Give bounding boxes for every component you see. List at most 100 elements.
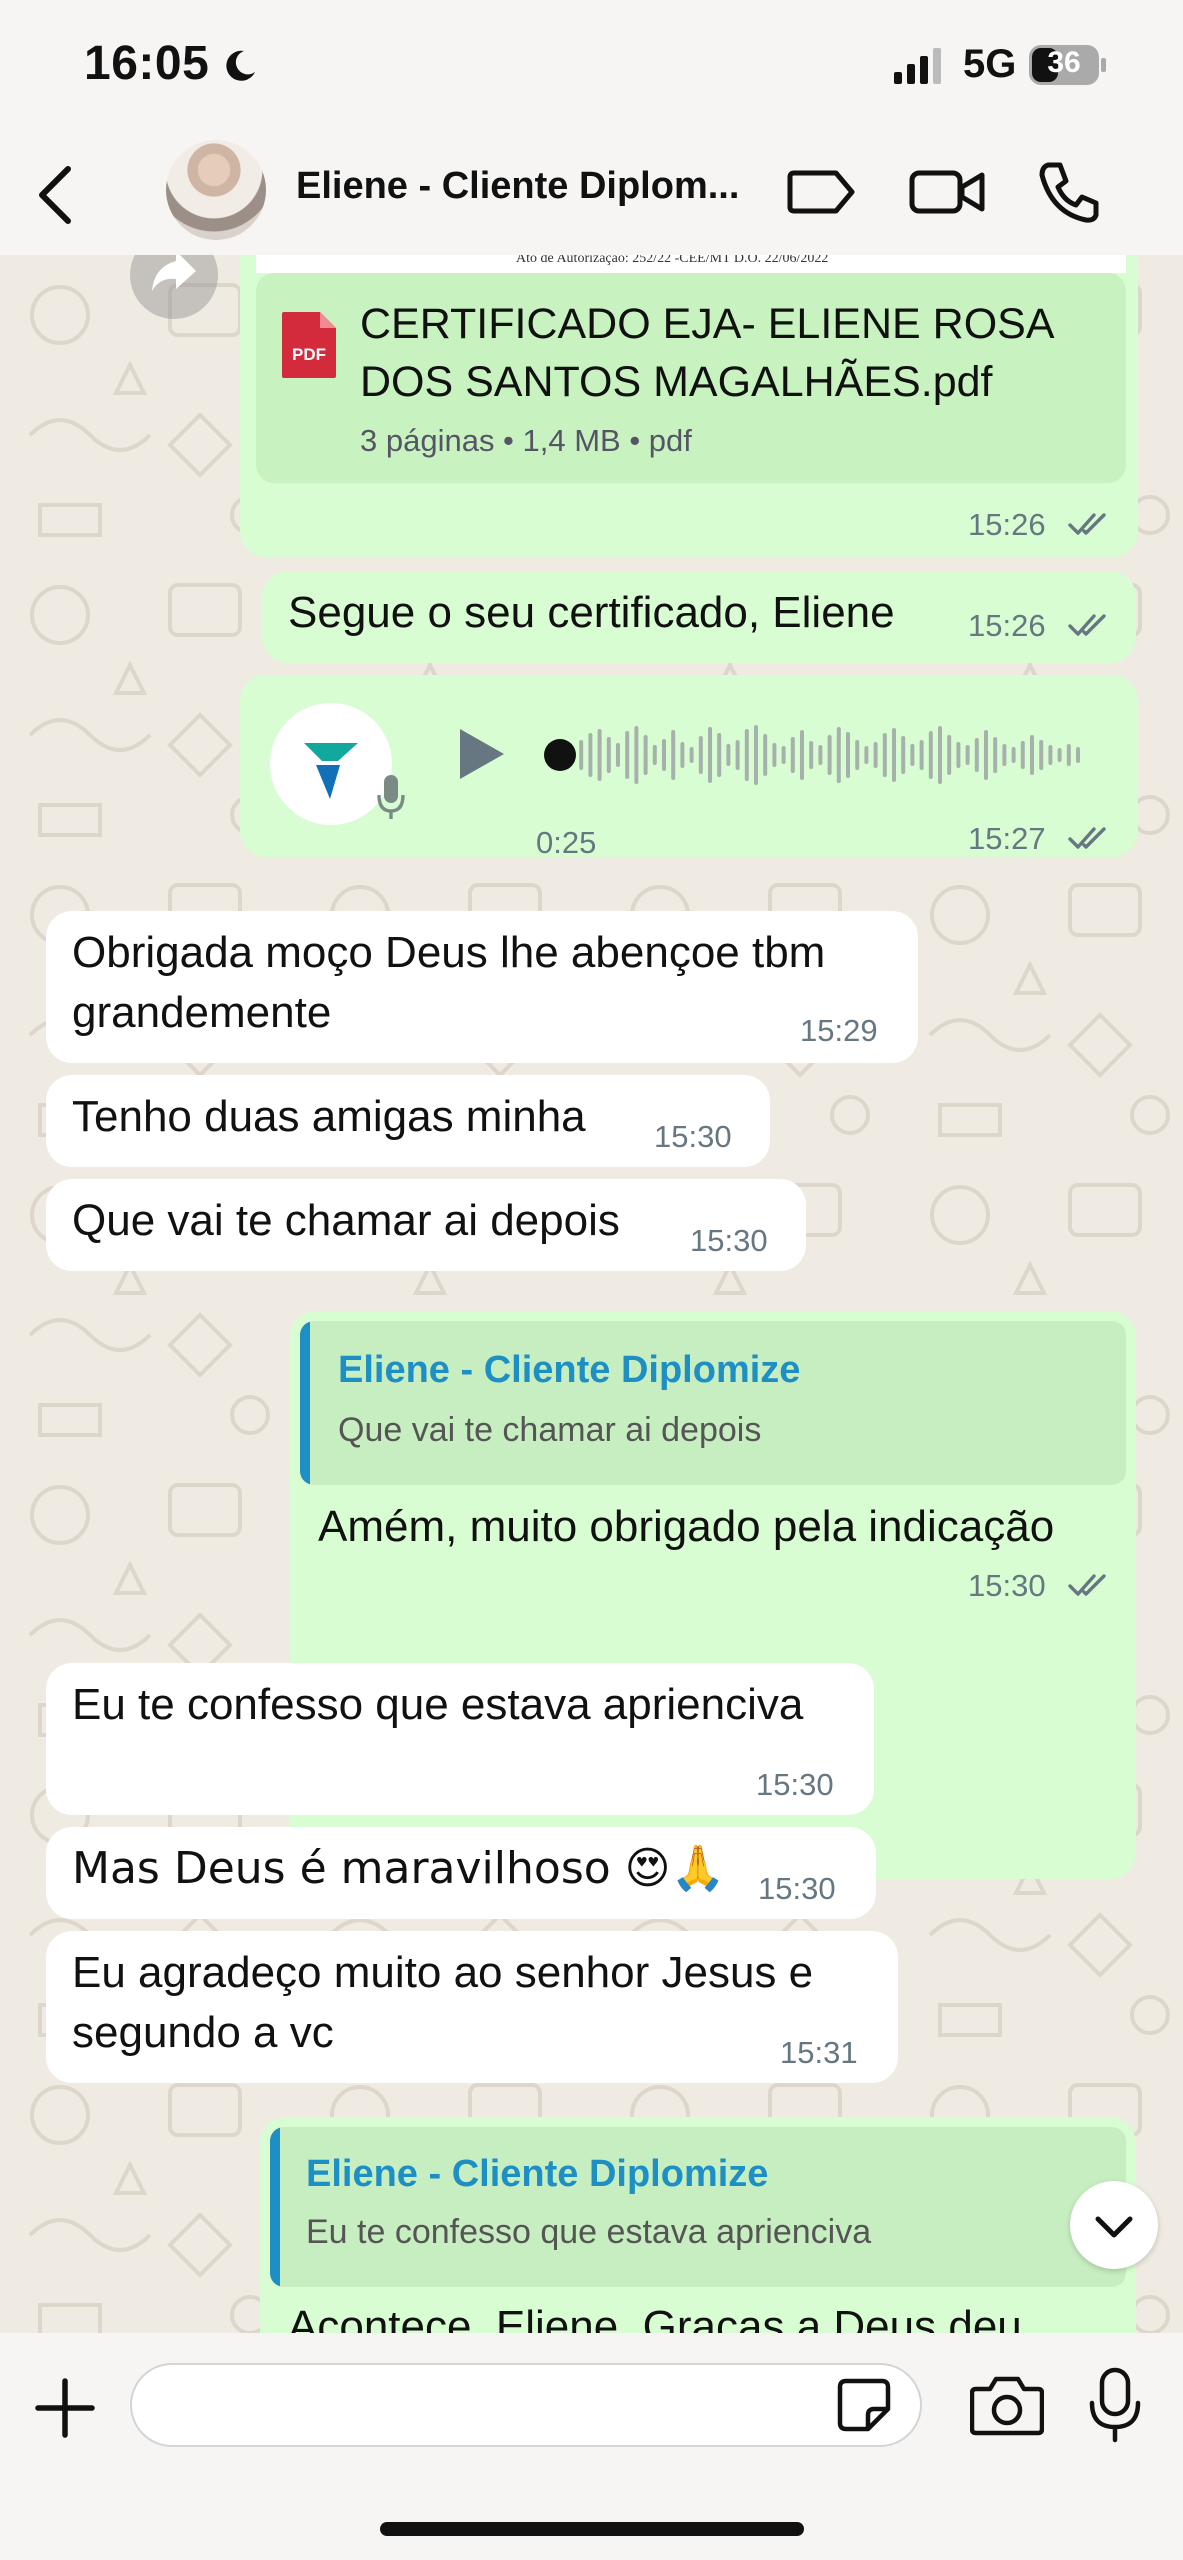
- waveform-bar: [744, 729, 749, 781]
- waveform-bar: [1066, 744, 1071, 766]
- chat-header: Eliene - Cliente Diplom...: [0, 135, 1183, 255]
- message-text-line-2: segundo a vc: [72, 2008, 334, 2057]
- play-icon[interactable]: [456, 727, 506, 781]
- reply-quote[interactable]: Eliene - Cliente Diplomize Que vai te ch…: [300, 1321, 1126, 1485]
- status-bar: 16:05 5G 36: [0, 0, 1183, 135]
- document-name-line-2: DOS SANTOS MAGALHÃES.pdf: [360, 358, 993, 406]
- read-ticks-icon: [1068, 827, 1106, 849]
- waveform-bar: [882, 733, 887, 777]
- status-time: 16:05: [84, 37, 210, 90]
- message-text-line-1: Obrigada moço Deus lhe abençoe tbm: [72, 928, 826, 977]
- plus-icon[interactable]: [32, 2375, 98, 2441]
- read-ticks-icon: [1068, 1574, 1106, 1596]
- message-time: 15:30: [758, 1871, 836, 1906]
- waveform-bar: [680, 742, 685, 768]
- reply-text: Eu te confesso que estava aprienciva: [306, 2213, 872, 2251]
- waveform-bar: [588, 733, 593, 777]
- waveform-bar: [974, 738, 979, 772]
- waveform-bar: [809, 741, 814, 769]
- reply-accent-bar: [270, 2127, 280, 2287]
- document-name[interactable]: CERTIFICADO EJA- ELIENE ROSA DOS SANTOS …: [360, 295, 1100, 411]
- message-text-line-1: Eu agradeço muito ao senhor Jesus e: [72, 1948, 814, 1997]
- forward-icon: [152, 255, 196, 291]
- waveform-bar: [864, 746, 869, 764]
- forward-button[interactable]: [130, 255, 218, 319]
- back-icon[interactable]: [28, 163, 84, 227]
- reply-author: Eliene - Cliente Diplomize: [306, 2153, 769, 2195]
- waveform-bar: [1057, 748, 1062, 762]
- waveform-bar: [919, 740, 924, 770]
- playhead[interactable]: [544, 739, 576, 771]
- message-time: 15:30: [690, 1223, 768, 1258]
- waveform-bar: [772, 743, 777, 767]
- waveform-bar: [1002, 744, 1007, 766]
- avatar[interactable]: [166, 140, 266, 240]
- waveform-bar: [836, 727, 841, 783]
- voice-duration: 0:25: [536, 825, 597, 860]
- waveform-bar: [735, 740, 740, 770]
- moon-icon: [226, 50, 255, 81]
- waveform-bar: [818, 745, 823, 765]
- reply-quote[interactable]: Eliene - Cliente Diplomize Eu te confess…: [270, 2127, 1126, 2287]
- home-indicator: [380, 2522, 804, 2536]
- waveform-bar: [1039, 740, 1044, 770]
- waveform-bar: [708, 727, 712, 783]
- waveform-bar: [698, 736, 703, 774]
- camera-icon[interactable]: [970, 2373, 1044, 2437]
- label-icon[interactable]: [786, 157, 858, 227]
- reply-accent-bar: [300, 1321, 310, 1485]
- waveform-bar: [643, 735, 648, 775]
- chat-area[interactable]: Ato de Autorização: 252/22 -CEE/MT D.O. …: [0, 255, 1183, 2333]
- message-time: 15:26: [968, 608, 1046, 643]
- waveform-bar: [947, 735, 952, 775]
- scroll-to-bottom-button[interactable]: [1070, 2181, 1158, 2269]
- message-text-line-2: grandemente: [72, 988, 332, 1037]
- waveform-bar: [790, 737, 795, 773]
- contact-name[interactable]: Eliene - Cliente Diplom...: [296, 165, 756, 208]
- waveform-bar: [965, 745, 970, 765]
- sticker-icon[interactable]: [836, 2377, 892, 2433]
- waveform-bar: [634, 726, 639, 784]
- waveform-bar: [662, 739, 666, 771]
- message-time: 15:30: [756, 1767, 834, 1802]
- message-time: 15:31: [780, 2035, 858, 2070]
- read-ticks-icon: [1068, 614, 1106, 636]
- waveform-bar: [892, 728, 896, 782]
- waveform-bar: [873, 742, 878, 768]
- voice-sender-avatar: [270, 703, 392, 825]
- voice-call-icon[interactable]: [1034, 157, 1104, 227]
- message-text: Segue o seu certificado, Eliene: [288, 588, 895, 637]
- waveform-bar: [993, 737, 998, 773]
- waveform-bar: [855, 740, 860, 770]
- voice-waveform[interactable]: [540, 719, 1100, 791]
- waveform-bar: [938, 726, 942, 784]
- reply-text: Que vai te chamar ai depois: [338, 1411, 762, 1449]
- pdf-badge-label: PDF: [292, 345, 326, 364]
- waveform-bar: [901, 736, 906, 774]
- waveform-bar: [1030, 735, 1034, 775]
- message-time: 15:27: [968, 821, 1046, 856]
- message-text: Eu te confesso que estava aprienciva: [72, 1680, 804, 1729]
- waveform-bar: [846, 732, 850, 778]
- network-type: 5G: [963, 42, 1017, 86]
- waveform-bar: [984, 730, 988, 780]
- waveform-bar: [956, 742, 961, 768]
- microphone-icon[interactable]: [1086, 2367, 1144, 2443]
- waveform-bar: [754, 725, 758, 785]
- waveform-bar: [1020, 741, 1025, 769]
- waveform-bar: [671, 730, 676, 780]
- waveform-bar: [1011, 747, 1016, 763]
- signal-icon: [894, 48, 941, 84]
- video-call-icon[interactable]: [908, 157, 986, 227]
- message-text: Mas Deus é maravilhoso 😍🙏: [72, 1843, 726, 1894]
- document-preview-caption: Ato de Autorização: 252/22 -CEE/MT D.O. …: [516, 255, 829, 266]
- waveform-bar: [781, 746, 786, 764]
- message-input[interactable]: [130, 2363, 922, 2447]
- document-preview[interactable]: Ato de Autorização: 252/22 -CEE/MT D.O. …: [256, 255, 1126, 273]
- waveform-bar: [717, 733, 722, 777]
- waveform-bar: [1076, 747, 1080, 763]
- microphone-badge-icon: [377, 775, 405, 819]
- waveform-bar: [625, 731, 630, 779]
- waveform-bar: [579, 740, 584, 770]
- read-ticks-icon: [1068, 513, 1106, 535]
